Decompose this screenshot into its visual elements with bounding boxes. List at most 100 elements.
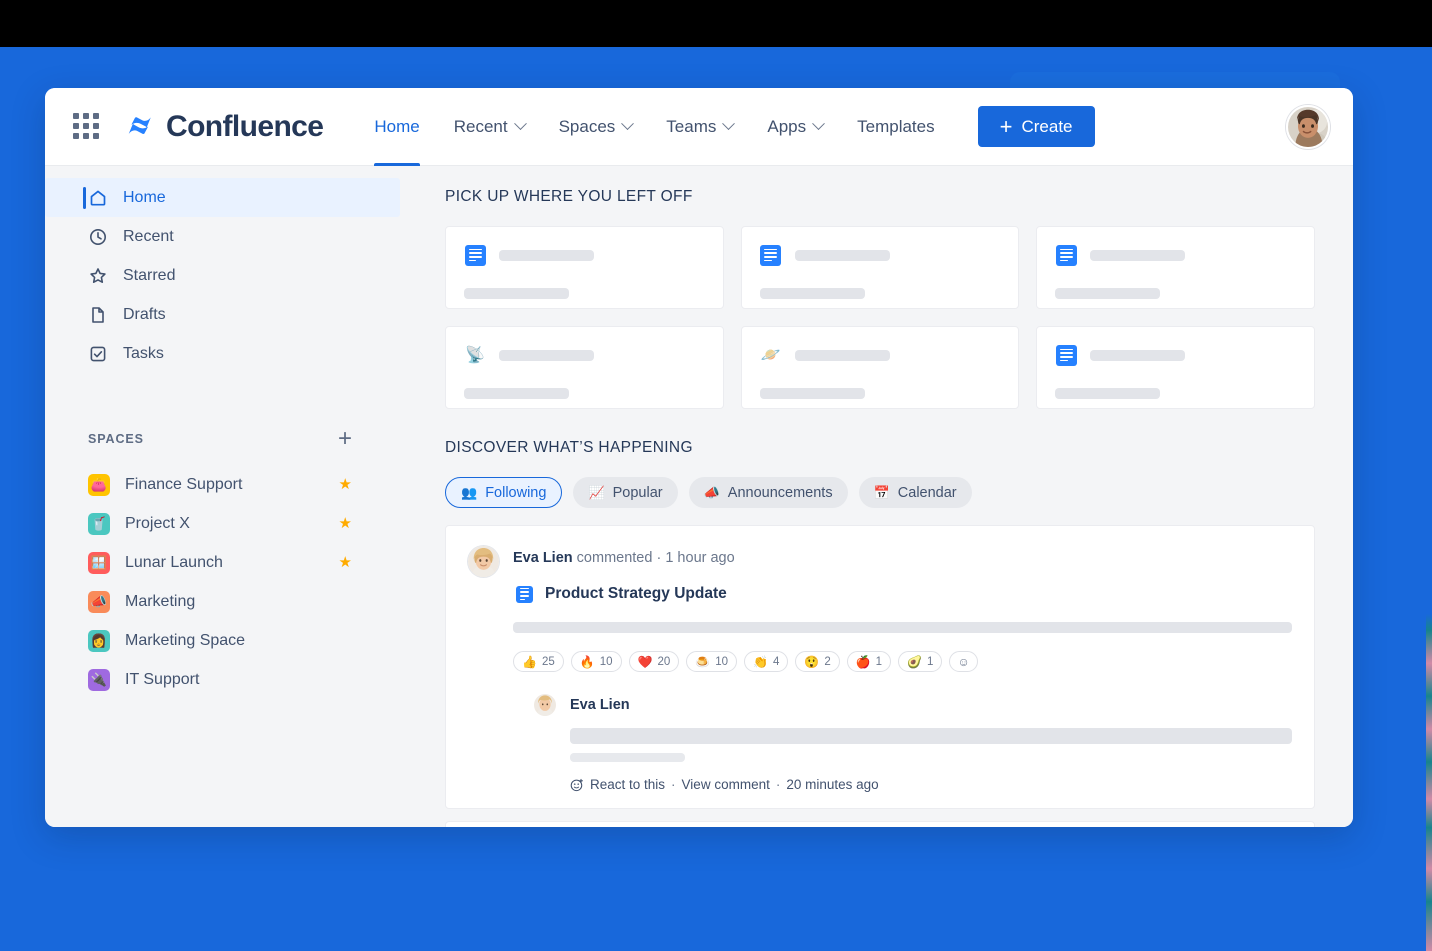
chevron-down-icon: [513, 117, 527, 131]
add-reaction-icon[interactable]: [570, 778, 584, 792]
feed-page-title: Product Strategy Update: [545, 585, 727, 602]
tab-announcements[interactable]: 📣 Announcements: [688, 477, 848, 508]
recent-card[interactable]: [740, 226, 1020, 309]
separator: ·: [671, 777, 676, 792]
star-filled-icon[interactable]: ★: [339, 516, 352, 531]
nav-item-spaces[interactable]: Spaces: [542, 88, 650, 166]
feed-action: commented: [576, 550, 653, 566]
add-reaction-icon: ☺: [957, 654, 970, 669]
nav-item-recent[interactable]: Recent: [437, 88, 542, 166]
feed-item-next[interactable]: [445, 821, 1315, 827]
feed-author-avatar[interactable]: [468, 546, 499, 577]
fire-icon: 🔥: [579, 654, 595, 669]
reaction-count: 10: [715, 655, 728, 668]
red-apple-icon: 🍎: [855, 654, 871, 669]
add-reaction-button[interactable]: ☺: [949, 651, 978, 672]
sidebar-item-recent[interactable]: Recent: [45, 217, 400, 256]
space-item-project-x[interactable]: 🥤 Project X ★: [45, 504, 400, 543]
reaction-flan[interactable]: 🍮 10: [686, 651, 737, 672]
space-item-finance-support[interactable]: 👛 Finance Support ★: [45, 465, 400, 504]
subtitle-placeholder: [759, 288, 865, 299]
nav-item-teams[interactable]: Teams: [649, 88, 750, 166]
feed-item: Eva Lien commented · 1 hour ago Product …: [445, 525, 1315, 809]
comment-timestamp: 20 minutes ago: [786, 777, 879, 792]
comment-author-name[interactable]: Eva Lien: [570, 697, 630, 713]
nav-item-templates[interactable]: Templates: [840, 88, 951, 166]
tab-calendar[interactable]: 📅 Calendar: [858, 477, 972, 508]
recent-card[interactable]: 🪐: [740, 326, 1020, 409]
star-filled-icon[interactable]: ★: [339, 555, 352, 570]
create-button-label: Create: [1021, 116, 1073, 136]
main-navigation: Home Recent Spaces Teams Apps Templates: [357, 88, 951, 166]
tab-label: Following: [485, 484, 547, 501]
pick-up-section-title: PICK UP WHERE YOU LEFT OFF: [445, 188, 693, 205]
tab-popular[interactable]: 📈 Popular: [573, 477, 678, 508]
reaction-fire[interactable]: 🔥 10: [570, 651, 622, 672]
view-comment-link[interactable]: View comment: [682, 777, 770, 792]
reaction-astonished-face[interactable]: 😲 2: [795, 651, 840, 672]
recent-card[interactable]: 📡: [445, 326, 724, 409]
screenshot-root: Confluence Home Recent Spaces Teams Apps…: [0, 0, 1432, 951]
space-item-marketing-space[interactable]: 👩 Marketing Space: [45, 621, 400, 660]
cup-icon: 🥤: [88, 512, 110, 535]
subtitle-placeholder: [759, 388, 865, 399]
reaction-count: 1: [927, 655, 934, 668]
nav-item-apps[interactable]: Apps: [750, 88, 840, 166]
add-space-button[interactable]: +: [338, 427, 352, 451]
create-button[interactable]: + Create: [977, 106, 1095, 147]
space-item-marketing[interactable]: 📣 Marketing: [45, 582, 400, 621]
flan-icon: 🍮: [695, 654, 711, 669]
feed-page-link[interactable]: Product Strategy Update: [513, 583, 1292, 605]
nav-label: Home: [374, 116, 420, 136]
sidebar-item-drafts[interactable]: Drafts: [45, 295, 400, 334]
main-content: PICK UP WHERE YOU LEFT OFF 📡 🪐 DISCOVER …: [400, 166, 1353, 827]
sidebar-item-home[interactable]: Home: [45, 178, 400, 217]
confluence-logo[interactable]: Confluence: [127, 110, 324, 144]
thumbs-up-icon: 👍: [522, 654, 537, 669]
recent-card[interactable]: [445, 226, 724, 309]
feed-item-body: Product Strategy Update 👍 25 🔥 10 ❤️ 20 …: [468, 583, 1292, 792]
page-icon: [92, 306, 104, 323]
person-icon: 👩: [88, 629, 110, 652]
feed-author-name[interactable]: Eva Lien: [513, 550, 573, 566]
discover-section-title: DISCOVER WHAT’S HAPPENING: [445, 439, 693, 456]
nav-item-home[interactable]: Home: [357, 88, 436, 166]
space-item-lunar-launch[interactable]: 🪟 Lunar Launch ★: [45, 543, 400, 582]
title-placeholder: [794, 349, 890, 361]
nav-label: Apps: [767, 116, 807, 136]
react-to-this-link[interactable]: React to this: [590, 777, 665, 792]
astonished-face-icon: 😲: [804, 654, 820, 669]
blue-document-icon: [760, 244, 782, 266]
sidebar-item-tasks[interactable]: Tasks: [45, 334, 400, 373]
space-label: Project X: [125, 514, 190, 532]
recent-card[interactable]: [1036, 326, 1315, 409]
window-icon: 🪟: [88, 551, 110, 574]
reaction-count: 20: [657, 655, 671, 668]
title-placeholder: [499, 349, 594, 361]
chevron-down-icon: [812, 117, 825, 131]
ringed-planet-icon: 🪐: [760, 347, 781, 364]
sidebar-item-label: Tasks: [123, 344, 164, 362]
avocado-icon: 🥑: [907, 654, 923, 669]
reaction-avocado[interactable]: 🥑 1: [898, 651, 943, 672]
reaction-red-heart[interactable]: ❤️ 20: [628, 651, 680, 672]
tab-label: Calendar: [897, 484, 957, 501]
clapping-hands-icon: 👏: [753, 654, 768, 669]
reaction-count: 1: [875, 655, 883, 668]
reaction-thumbs-up[interactable]: 👍 25: [513, 651, 564, 672]
reaction-clapping-hands[interactable]: 👏 4: [744, 651, 789, 672]
plug-icon: 🔌: [88, 668, 110, 691]
star-filled-icon[interactable]: ★: [339, 477, 352, 492]
user-avatar[interactable]: [1286, 104, 1330, 149]
space-item-it-support[interactable]: 🔌 IT Support: [45, 660, 400, 699]
space-label: Marketing: [125, 592, 196, 610]
grid-apps-icon[interactable]: [73, 112, 101, 141]
comment-author-avatar[interactable]: [534, 694, 556, 716]
recent-card[interactable]: [1036, 226, 1315, 309]
tab-following[interactable]: 👥 Following: [445, 477, 563, 508]
reaction-red-apple[interactable]: 🍎 1: [846, 651, 892, 672]
nav-label: Recent: [453, 116, 508, 136]
discover-tabs: 👥 Following 📈 Popular 📣 Announcements 📅 …: [445, 477, 1315, 508]
sidebar-item-starred[interactable]: Starred: [45, 256, 400, 295]
megaphone-icon: 📣: [88, 590, 110, 613]
